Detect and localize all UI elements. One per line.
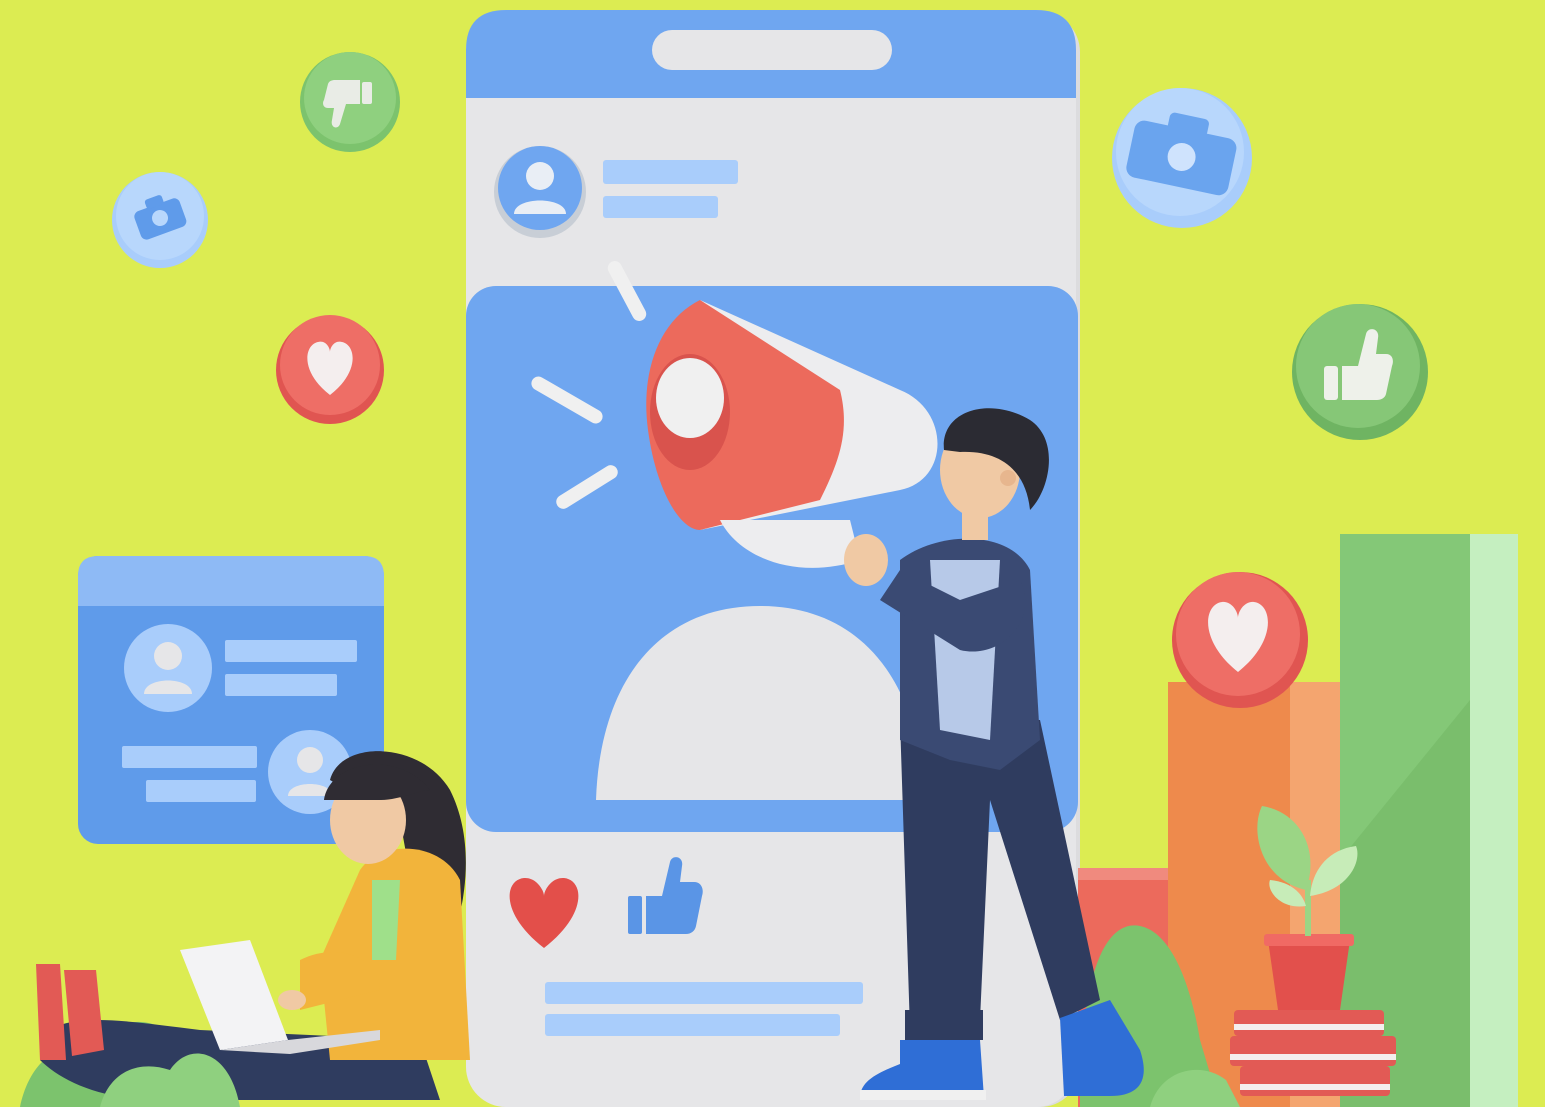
phone-speaker: [652, 30, 892, 70]
user-avatar-icon: [124, 624, 212, 712]
camera-bubble-small: [112, 172, 208, 268]
thumbs-down-bubble: [300, 52, 400, 152]
thumbs-up-bubble: [1292, 304, 1428, 440]
books-stack: [1230, 1010, 1396, 1096]
user-avatar-icon: [494, 146, 586, 238]
camera-bubble-large: [1112, 88, 1252, 228]
social-media-marketing-illustration: [0, 0, 1545, 1107]
heart-bubble-right: [1172, 572, 1308, 708]
